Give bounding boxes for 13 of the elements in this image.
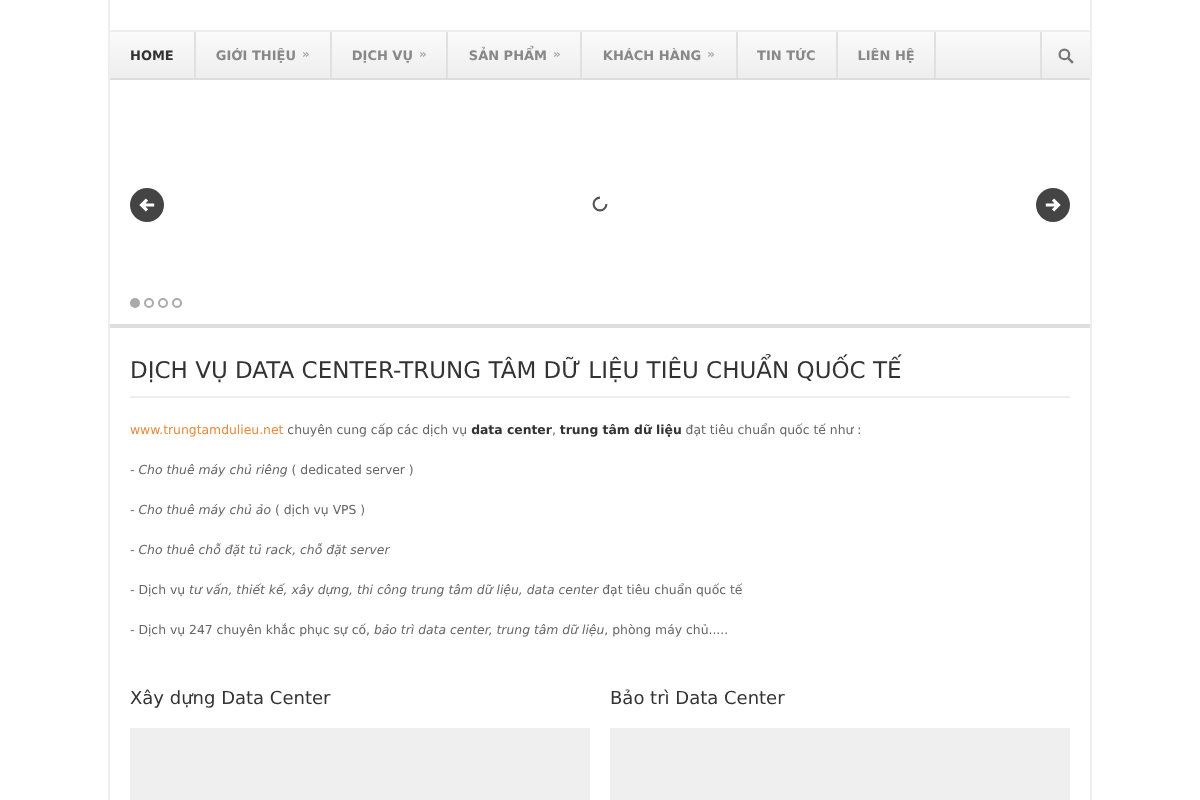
- slide-dot[interactable]: [144, 298, 154, 308]
- right-arrow-icon: [1044, 195, 1062, 213]
- previous-button[interactable]: [130, 187, 164, 221]
- slide-dot[interactable]: [158, 298, 168, 308]
- column-title: Xây dựng Data Center: [130, 690, 333, 710]
- slide-dot[interactable]: [172, 298, 182, 308]
- article-title: DỊCH VỤ DATA CENTER-TRUNG TÂM DỮ LIỆU TIÊU CHUẨN QUỐC TẾ: [130, 356, 1070, 398]
- loading-spinner-icon: [592, 196, 608, 212]
- next-button[interactable]: [1036, 187, 1070, 221]
- slide-dot[interactable]: [130, 298, 140, 308]
- search-icon: [1058, 47, 1074, 63]
- left-arrow-icon: [138, 195, 156, 213]
- column-title: Bảo trì Data Center: [610, 690, 787, 710]
